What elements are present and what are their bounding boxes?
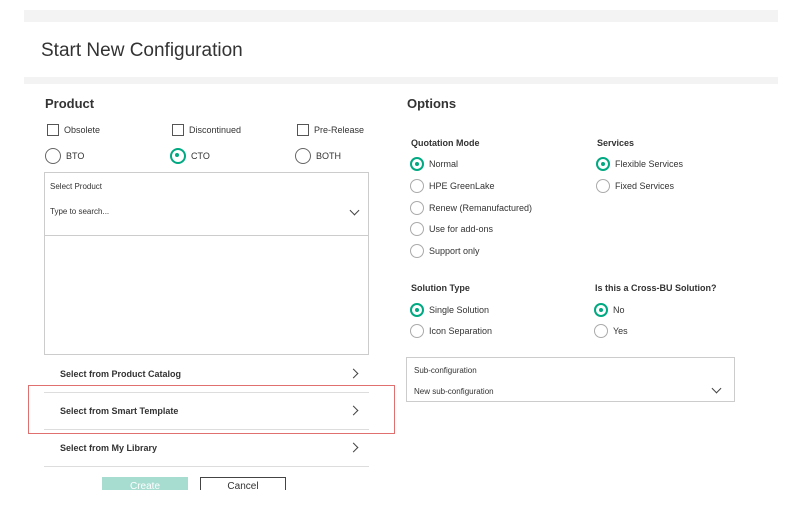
- cross-bu-yes-radio[interactable]: Yes: [594, 324, 628, 338]
- fixed-services-radio[interactable]: Fixed Services: [596, 179, 674, 193]
- radio-label: Icon Separation: [429, 326, 493, 336]
- sub-configuration-label: Sub-configuration: [414, 366, 477, 375]
- select-product-label: Select Product: [50, 182, 103, 191]
- quotation-normal-radio[interactable]: Normal: [410, 157, 458, 171]
- single-solution-radio[interactable]: Single Solution: [410, 303, 489, 317]
- select-product-search-input[interactable]: Type to search...: [50, 207, 109, 216]
- bto-radio[interactable]: BTO: [45, 148, 84, 164]
- radio-circle[interactable]: [410, 201, 424, 215]
- checkbox-box[interactable]: [172, 124, 184, 136]
- highlight-box: [28, 385, 395, 434]
- radio-label: Normal: [429, 159, 459, 169]
- cross-bu-no-radio[interactable]: No: [594, 303, 625, 317]
- options-section-title: Options: [407, 96, 457, 111]
- quotation-renew-radio[interactable]: Renew (Remanufactured): [410, 201, 532, 215]
- select-from-my-library-link[interactable]: Select from My Library: [44, 430, 369, 467]
- radio-circle[interactable]: [410, 179, 424, 193]
- discontinued-checkbox[interactable]: Discontinued: [172, 124, 241, 136]
- checkbox-label: Obsolete: [64, 125, 101, 135]
- cto-radio[interactable]: CTO: [170, 148, 210, 164]
- dialog-header: Start New Configuration: [24, 22, 778, 77]
- radio-circle[interactable]: [45, 148, 61, 164]
- radio-label: BTO: [66, 151, 85, 161]
- radio-label: Renew (Remanufactured): [429, 203, 533, 213]
- sub-configuration-select[interactable]: Sub-configuration New sub-configuration: [406, 357, 735, 402]
- quotation-support-radio[interactable]: Support only: [410, 244, 480, 258]
- chevron-right-icon: [348, 368, 359, 379]
- checkbox-box[interactable]: [297, 124, 309, 136]
- services-title: Services: [597, 138, 635, 148]
- obsolete-checkbox[interactable]: Obsolete: [47, 124, 100, 136]
- radio-circle[interactable]: [594, 324, 608, 338]
- radio-circle-selected[interactable]: [594, 303, 608, 317]
- quotation-greenlake-radio[interactable]: HPE GreenLake: [410, 179, 495, 193]
- radio-circle[interactable]: [410, 222, 424, 236]
- solution-type-title: Solution Type: [411, 283, 470, 293]
- chevron-right-icon: [348, 442, 359, 453]
- link-label: Select from My Library: [60, 443, 158, 453]
- radio-label: Single Solution: [429, 305, 490, 315]
- radio-circle-selected[interactable]: [410, 157, 424, 171]
- radio-label: No: [613, 305, 625, 315]
- radio-circle-selected[interactable]: [410, 303, 424, 317]
- radio-circle[interactable]: [596, 179, 610, 193]
- radio-circle[interactable]: [410, 244, 424, 258]
- radio-label: Yes: [613, 326, 628, 336]
- radio-label: HPE GreenLake: [429, 181, 495, 191]
- checkbox-label: Discontinued: [189, 125, 242, 135]
- product-results-list[interactable]: [44, 235, 369, 355]
- radio-label: Flexible Services: [615, 159, 684, 169]
- flexible-services-radio[interactable]: Flexible Services: [596, 157, 683, 171]
- checkbox-box[interactable]: [47, 124, 59, 136]
- radio-label: Use for add-ons: [429, 224, 494, 234]
- cross-bu-title: Is this a Cross-BU Solution?: [595, 283, 717, 293]
- page-title: Start New Configuration: [41, 40, 243, 61]
- radio-label: Support only: [429, 246, 480, 256]
- link-label: Select from Product Catalog: [60, 369, 182, 379]
- radio-circle[interactable]: [295, 148, 311, 164]
- radio-circle-selected[interactable]: [596, 157, 610, 171]
- product-section-title: Product: [45, 96, 95, 111]
- radio-label: BOTH: [316, 151, 342, 161]
- radio-circle[interactable]: [410, 324, 424, 338]
- icon-separation-radio[interactable]: Icon Separation: [410, 324, 492, 338]
- radio-circle-selected[interactable]: [170, 148, 186, 164]
- chevron-down-icon[interactable]: [711, 383, 722, 394]
- radio-label: Fixed Services: [615, 181, 675, 191]
- quotation-mode-title: Quotation Mode: [411, 138, 480, 148]
- radio-label: CTO: [191, 151, 210, 161]
- viewport-bottom-cover: [0, 490, 800, 524]
- checkbox-label: Pre-Release: [314, 125, 365, 135]
- select-product-combobox[interactable]: Select Product Type to search...: [44, 172, 369, 236]
- pre-release-checkbox[interactable]: Pre-Release: [297, 124, 364, 136]
- both-radio[interactable]: BOTH: [295, 148, 341, 164]
- sub-configuration-value: New sub-configuration: [414, 387, 494, 396]
- chevron-down-icon[interactable]: [349, 205, 360, 216]
- quotation-addons-radio[interactable]: Use for add-ons: [410, 222, 493, 236]
